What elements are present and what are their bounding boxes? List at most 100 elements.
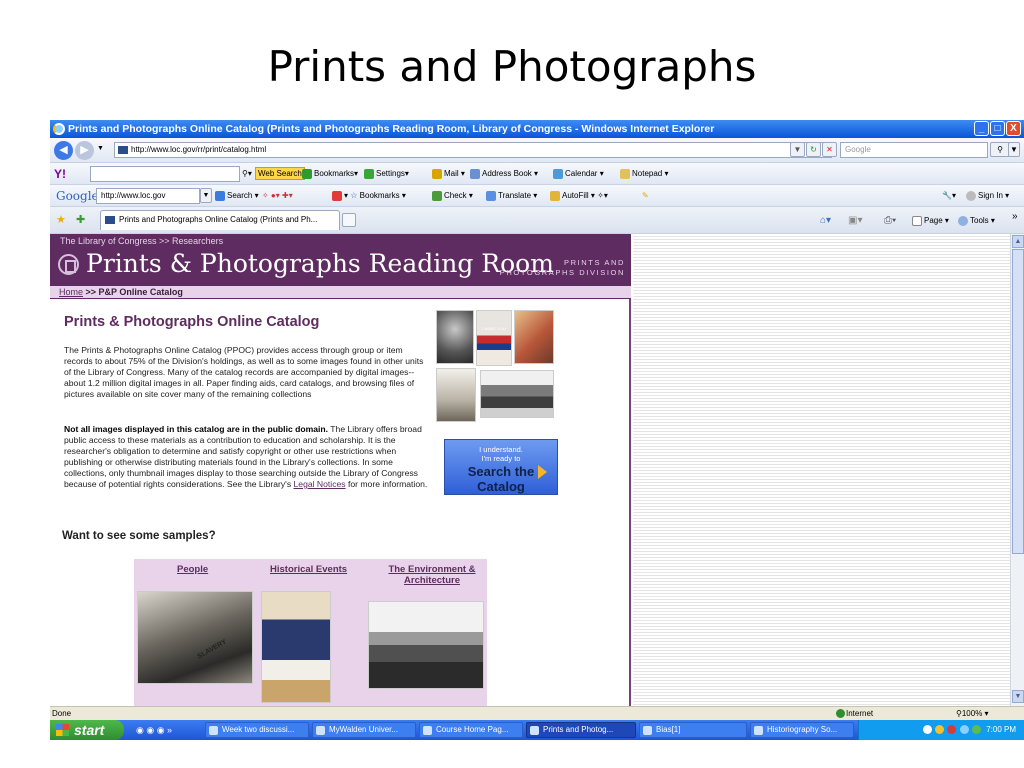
globe-icon (836, 709, 845, 719)
start-button[interactable]: start (50, 720, 124, 740)
collage-portrait (436, 310, 474, 364)
status-text: Done (52, 709, 72, 718)
address-field[interactable]: http://www.loc.gov/rr/print/catalog.html (114, 142, 832, 158)
new-tab-button[interactable] (342, 213, 356, 227)
yahoo-search-input[interactable] (90, 166, 240, 182)
address-url: http://www.loc.gov/rr/print/catalog.html (131, 145, 267, 154)
architecture-photo[interactable] (368, 601, 484, 689)
quick-launch-icons[interactable]: ◉ ◉ ◉ » (136, 722, 172, 738)
favorites-star-icon[interactable]: ★ (56, 207, 66, 234)
collage-painting (514, 310, 554, 364)
task-mywalden[interactable]: MyWalden Univer... (312, 722, 416, 738)
scroll-thumb[interactable] (1012, 249, 1024, 554)
google-extra-icons[interactable]: ✧ ●▾ ✚▾ (262, 184, 293, 207)
sample-environment-link[interactable]: The Environment & Architecture (378, 564, 486, 586)
add-favorites-icon[interactable]: ✚ (76, 207, 85, 234)
content-area: The Library of Congress >> Researchers P… (50, 234, 1010, 706)
library-logo-icon (58, 254, 79, 275)
translate-button[interactable]: Translate ▾ (486, 184, 537, 207)
yahoo-mail-button[interactable]: Mail ▾ (432, 162, 465, 185)
page-heading: Prints & Photographs Online Catalog (64, 314, 320, 330)
stop-icon[interactable]: ✕ (822, 142, 837, 157)
top-breadcrumb[interactable]: The Library of Congress >> Researchers (60, 236, 223, 246)
breadcrumb-home-link[interactable]: Home (59, 287, 83, 297)
web-page: The Library of Congress >> Researchers P… (50, 234, 631, 706)
windows-logo-icon (56, 724, 69, 736)
rights-text-end: for more information. (345, 479, 428, 489)
title-bar: Prints and Photographs Online Catalog (P… (50, 120, 1024, 138)
people-photo[interactable]: SLAVERY (137, 591, 253, 684)
yahoo-bookmarks-button[interactable]: Bookmarks▾ (302, 162, 358, 185)
back-button[interactable]: ◀ (54, 141, 73, 160)
tab-ppoc[interactable]: Prints and Photographs Online Catalog (P… (100, 210, 340, 230)
cta-line-2: I'm ready to (481, 454, 521, 463)
highlighter-icon[interactable]: ✎ (642, 184, 649, 207)
yahoo-logo: Y! (54, 167, 66, 181)
search-icon[interactable]: ⚲ (990, 142, 1010, 157)
breadcrumb: Home >> P&P Online Catalog (50, 286, 631, 299)
banner-title: Prints & Photographs Reading Room (86, 249, 554, 278)
task-course-home[interactable]: Course Home Pag... (419, 722, 523, 738)
sample-env-line-1: The Environment & (388, 564, 476, 575)
task-bias[interactable]: Bias[1] (639, 722, 747, 738)
address-dropdown-icon[interactable]: ▼ (790, 142, 805, 157)
browser-window: Prints and Photographs Online Catalog (P… (50, 120, 1024, 740)
vertical-scrollbar[interactable]: ▲ ▼ (1010, 234, 1024, 706)
refresh-icon[interactable]: ↻ (806, 142, 821, 157)
sample-people-link[interactable]: People (177, 564, 208, 575)
minimize-button[interactable]: _ (974, 121, 989, 136)
print-icon[interactable]: ⎙▾ (884, 207, 896, 234)
google-query-dropdown-icon[interactable]: ▼ (200, 188, 212, 203)
task-historiography[interactable]: Historiography So... (750, 722, 854, 738)
window-title: Prints and Photographs Online Catalog (P… (68, 123, 715, 135)
clock[interactable]: 7:00 PM (986, 725, 1016, 734)
autofill-button[interactable]: AutoFill ▾ ✧▾ (550, 184, 608, 207)
tools-menu[interactable]: Tools ▾ (958, 207, 995, 234)
google-search-input[interactable]: http://www.loc.gov (96, 188, 200, 204)
address-row: ◀ ▶ ▼ http://www.loc.gov/rr/print/catalo… (50, 138, 1024, 163)
legal-notices-link[interactable]: Legal Notices (294, 479, 346, 489)
task-week-two[interactable]: Week two discussi... (205, 722, 309, 738)
yahoo-toolbar: Y! ⚲▾ Web Search Bookmarks▾ Settings▾ Ma… (50, 163, 1024, 185)
tray-icon-2[interactable] (935, 725, 945, 735)
feeds-icon[interactable]: ▣▾ (848, 207, 862, 234)
yahoo-settings-button[interactable]: Settings▾ (364, 162, 409, 185)
notepad-button[interactable]: Notepad ▾ (620, 162, 669, 185)
tray-icon-5[interactable] (971, 725, 981, 735)
spell-check-button[interactable]: Check ▾ (432, 184, 473, 207)
cta-line-4: Catalog (477, 479, 525, 494)
close-button[interactable]: X (1006, 121, 1021, 136)
sample-env-line-2: Architecture (404, 575, 460, 586)
search-input[interactable]: Google (840, 142, 988, 158)
history-dropdown-icon[interactable]: ▼ (97, 145, 104, 152)
sample-events-link[interactable]: Historical Events (270, 564, 347, 575)
search-options-icon[interactable]: ▼ (1008, 142, 1020, 157)
events-painting[interactable] (261, 591, 331, 703)
page-menu[interactable]: Page ▾ (912, 207, 949, 234)
calendar-button[interactable]: Calendar ▾ (553, 162, 604, 185)
zoom-level[interactable]: ⚲100% ▾ (956, 707, 989, 720)
scroll-down-icon[interactable]: ▼ (1012, 690, 1024, 703)
more-chevron-icon[interactable]: » (1012, 207, 1018, 227)
start-label: start (74, 722, 105, 738)
google-bookmarks-button[interactable]: ▾ ☆ Bookmarks ▾ (332, 184, 406, 207)
sign-in-button[interactable]: Sign In ▾ (966, 184, 1009, 207)
tray-icon-3[interactable] (947, 725, 957, 735)
division-line-1: PRINTS AND (563, 258, 625, 267)
rights-bold: Not all images displayed in this catalog… (64, 424, 329, 434)
blank-frame (633, 234, 1010, 706)
tray-icon-4[interactable] (959, 725, 969, 735)
google-search-button[interactable]: Search ▾ (215, 184, 259, 207)
collage-child-photo (436, 368, 476, 422)
web-search-button[interactable]: Web Search (255, 167, 305, 180)
wrench-icon[interactable]: 🔧▾ (942, 184, 956, 207)
scroll-up-icon[interactable]: ▲ (1012, 235, 1024, 248)
search-catalog-button[interactable]: I understand. I'm ready to Search the Ca… (444, 439, 558, 495)
yahoo-search-icon[interactable]: ⚲▾ (242, 162, 252, 185)
home-icon[interactable]: ⌂▾ (820, 207, 831, 234)
task-prints-photographs[interactable]: Prints and Photog... (526, 722, 636, 738)
tray-icon-1[interactable] (922, 725, 932, 735)
forward-button[interactable]: ▶ (75, 141, 94, 160)
address-book-button[interactable]: Address Book ▾ (470, 162, 538, 185)
maximize-button[interactable]: □ (990, 121, 1005, 136)
